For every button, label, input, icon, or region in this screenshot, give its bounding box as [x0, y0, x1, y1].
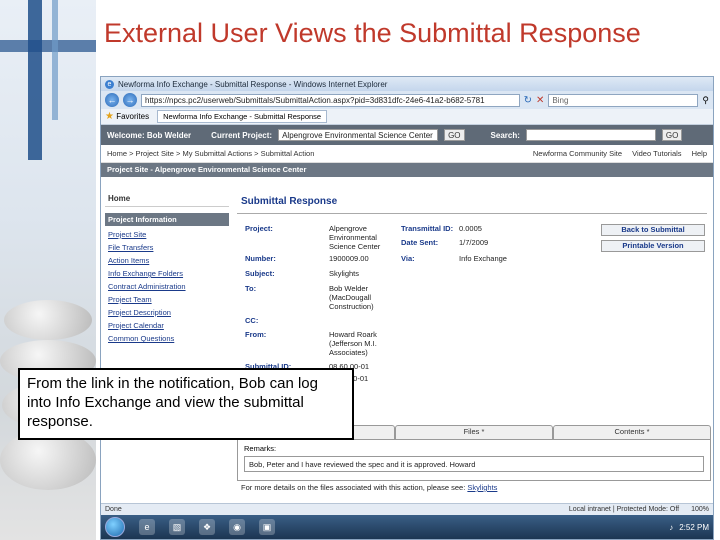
- page-content: Home Project Information Project Site Fi…: [101, 191, 713, 523]
- from-value: Howard Roark (Jefferson M.I. Associates): [329, 330, 377, 357]
- nav-item-action-items[interactable]: Action Items: [105, 254, 229, 267]
- tab-contents[interactable]: Contents *: [553, 425, 711, 439]
- security-zone: Local intranet | Protected Mode: Off: [568, 506, 680, 513]
- ie-taskbar-icon[interactable]: e: [139, 519, 155, 535]
- subject-label: Subject:: [245, 269, 275, 278]
- nav-item-file-transfers[interactable]: File Transfers: [105, 241, 229, 254]
- number-value: 1900009.00: [329, 254, 369, 263]
- search-go-button[interactable]: GO: [661, 129, 683, 141]
- taskbar: e ▧ ❖ ◉ ▣ ♪ 2:52 PM: [101, 515, 713, 539]
- slide-title: External User Views the Submittal Respon…: [104, 18, 641, 48]
- start-button[interactable]: [105, 517, 125, 537]
- status-bar: Done Local intranet | Protected Mode: Of…: [101, 503, 713, 515]
- nav-item-contract-administration[interactable]: Contract Administration: [105, 280, 229, 293]
- app-header: Welcome: Bob Welder Current Project: Alp…: [101, 125, 713, 145]
- project-site-bar: Project Site - Alpengrove Environmental …: [101, 163, 713, 177]
- window-title: Newforma Info Exchange - Submittal Respo…: [118, 79, 388, 89]
- divider: [237, 213, 707, 214]
- system-tray: ♪ 2:52 PM: [669, 523, 709, 532]
- browser-window: e Newforma Info Exchange - Submittal Res…: [100, 76, 714, 540]
- media-taskbar-icon[interactable]: ◉: [229, 519, 245, 535]
- left-navigation: Home Project Information Project Site Fi…: [105, 191, 229, 345]
- back-to-submittal-button[interactable]: Back to Submittal: [601, 224, 705, 236]
- nav-item-info-exchange-folders[interactable]: Info Exchange Folders: [105, 267, 229, 280]
- subject-value: Skylights: [329, 269, 360, 278]
- breadcrumb-text[interactable]: Home > Project Site > My Submittal Actio…: [107, 149, 314, 158]
- app-search-input[interactable]: [525, 129, 656, 141]
- remarks-panel: Remarks: Bob, Peter and I have reviewed …: [237, 439, 711, 481]
- volume-icon[interactable]: ♪: [669, 523, 673, 532]
- refresh-icon[interactable]: ↻: [524, 95, 532, 106]
- current-project-label: Current Project:: [211, 130, 273, 140]
- via-value: Info Exchange: [459, 254, 507, 263]
- remarks-text: Bob, Peter and I have reviewed the spec …: [244, 456, 704, 472]
- submittal-fields: Project: Alpengrove Environmental Scienc…: [237, 222, 707, 392]
- project-value: Alpengrove Environmental Science Center: [329, 224, 381, 251]
- from-label: From:: [245, 330, 267, 339]
- more-details: For more details on the files associated…: [241, 483, 497, 492]
- cross-decoration: [0, 40, 96, 52]
- forward-icon[interactable]: →: [123, 93, 137, 107]
- address-bar: ← → https://npcs.pc2/userweb/Submittals/…: [101, 91, 713, 109]
- cross-decoration: [52, 0, 58, 120]
- project-label: Project:: [245, 224, 273, 233]
- favorites-button[interactable]: ★ Favorites: [105, 111, 149, 122]
- browser-tab[interactable]: Newforma Info Exchange - Submittal Respo…: [157, 110, 328, 123]
- document-taskbar-icon[interactable]: ▣: [259, 519, 275, 535]
- zoom-level[interactable]: 100%: [691, 506, 709, 513]
- to-value: Bob Welder (MacDougall Construction): [329, 284, 374, 311]
- nav-home[interactable]: Home: [105, 191, 229, 207]
- community-site-link[interactable]: Newforma Community Site: [533, 149, 622, 158]
- current-project-select[interactable]: Alpengrove Environmental Science Center: [278, 129, 439, 141]
- remarks-label: Remarks:: [244, 444, 277, 453]
- ie-icon: e: [105, 79, 114, 89]
- nav-section-header: Project Information: [105, 213, 229, 226]
- star-icon: ★: [105, 111, 114, 122]
- nav-item-project-calendar[interactable]: Project Calendar: [105, 319, 229, 332]
- tab-files[interactable]: Files *: [395, 425, 553, 439]
- to-label: To:: [245, 284, 257, 293]
- breadcrumb: Home > Project Site > My Submittal Actio…: [101, 145, 713, 163]
- cross-decoration: [28, 0, 42, 160]
- favorites-bar: ★ Favorites Newforma Info Exchange - Sub…: [101, 109, 713, 125]
- nav-item-project-team[interactable]: Project Team: [105, 293, 229, 306]
- search-icon[interactable]: ⚲: [702, 95, 709, 106]
- url-input[interactable]: https://npcs.pc2/userweb/Submittals/Subm…: [141, 93, 520, 107]
- window-titlebar: e Newforma Info Exchange - Submittal Res…: [101, 77, 713, 91]
- status-text: Done: [105, 506, 122, 513]
- transmittal-value: 0.0005: [459, 224, 482, 233]
- main-panel: Submittal Response Project: Alpengrove E…: [237, 191, 707, 392]
- search-label: Search:: [490, 130, 520, 140]
- folder-taskbar-icon[interactable]: ▧: [169, 519, 185, 535]
- more-details-text: For more details on the files associated…: [241, 483, 466, 492]
- back-icon[interactable]: ←: [105, 93, 119, 107]
- stop-icon[interactable]: ✕: [536, 95, 544, 106]
- date-sent-label: Date Sent:: [401, 238, 439, 247]
- help-link[interactable]: Help: [692, 149, 707, 158]
- search-input[interactable]: Bing: [548, 93, 699, 107]
- project-go-button[interactable]: GO: [444, 129, 465, 141]
- nav-item-project-description[interactable]: Project Description: [105, 306, 229, 319]
- nav-item-project-site[interactable]: Project Site: [105, 228, 229, 241]
- video-tutorials-link[interactable]: Video Tutorials: [632, 149, 681, 158]
- app-taskbar-icon[interactable]: ❖: [199, 519, 215, 535]
- page-title: Submittal Response: [241, 196, 338, 207]
- stone-decoration: [4, 300, 92, 340]
- skylights-link[interactable]: Skylights: [467, 483, 497, 492]
- via-label: Via:: [401, 254, 415, 263]
- number-label: Number:: [245, 254, 276, 263]
- cc-label: CC:: [245, 316, 259, 325]
- welcome-text: Welcome: Bob Welder: [107, 130, 192, 140]
- clock[interactable]: 2:52 PM: [679, 523, 709, 532]
- date-sent-value: 1/7/2009: [459, 238, 489, 247]
- printable-version-button[interactable]: Printable Version: [601, 240, 705, 252]
- callout-box: From the link in the notification, Bob c…: [18, 368, 354, 440]
- transmittal-label: Transmittal ID:: [401, 224, 454, 233]
- nav-item-common-questions[interactable]: Common Questions: [105, 332, 229, 345]
